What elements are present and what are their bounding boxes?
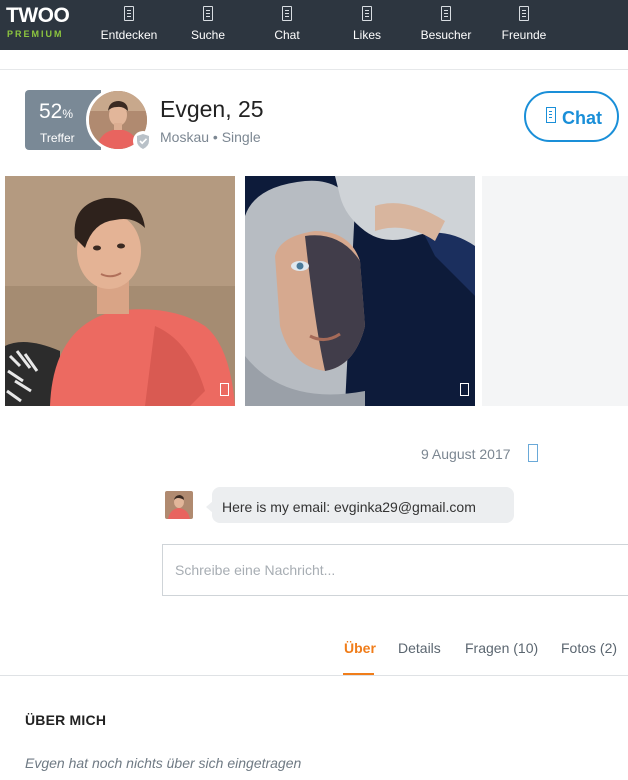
about-section-text: Evgen hat noch nichts über sich eingetra… <box>25 755 302 771</box>
calendar-icon <box>528 444 538 462</box>
nav-label: Chat <box>274 28 300 42</box>
message-date: 9 August 2017 <box>421 446 511 462</box>
nav-item-likes[interactable]: Likes <box>347 0 387 50</box>
search-icon <box>203 6 213 21</box>
chat-button-label: Chat <box>562 108 602 128</box>
nav-item-freunde[interactable]: Freunde <box>499 0 549 50</box>
message-input[interactable] <box>175 545 615 595</box>
logo-premium-label: PREMIUM <box>7 29 64 39</box>
nav-label: Freunde <box>501 28 547 42</box>
nav-item-suche[interactable]: Suche <box>185 0 231 50</box>
nav-item-chat[interactable]: Chat <box>268 0 306 50</box>
profile-name: Evgen, 25 <box>160 96 264 122</box>
match-label: Treffer <box>40 131 75 145</box>
visitors-icon <box>441 6 451 21</box>
match-percentage: 52% <box>39 100 73 126</box>
tab-details[interactable]: Details <box>398 640 441 656</box>
tab-fragen[interactable]: Fragen (10) <box>465 640 538 656</box>
twoo-logo[interactable]: TWOO PREMIUM <box>6 5 84 41</box>
tabs-divider <box>0 675 628 676</box>
tab-ueber[interactable]: Über <box>344 640 376 656</box>
top-navigation-bar: TWOO PREMIUM Entdecken Suche Chat Likes … <box>0 0 628 50</box>
profile-card-border <box>0 69 628 70</box>
nav-label: Besucher <box>420 28 472 42</box>
profile-location-status: Moskau • Single <box>160 129 261 145</box>
photo-placeholder <box>482 176 628 406</box>
chat-icon <box>546 107 556 123</box>
match-unit: % <box>62 107 74 121</box>
verified-shield-icon <box>133 131 153 151</box>
message-sender-avatar[interactable] <box>165 491 193 519</box>
sender-avatar-photo <box>165 491 193 519</box>
nav-label: Entdecken <box>100 28 158 42</box>
about-section-title: ÜBER MICH <box>25 712 107 728</box>
nav-label: Likes <box>352 28 381 42</box>
discover-icon <box>124 6 134 21</box>
message-text: Here is my email: evginka29@gmail.com <box>222 499 476 515</box>
profile-photo-1[interactable] <box>5 176 235 406</box>
photo-2-image <box>245 176 475 406</box>
profile-photo-2[interactable] <box>245 176 475 406</box>
likes-icon <box>362 6 372 21</box>
nav-item-entdecken[interactable]: Entdecken <box>98 0 160 50</box>
chat-icon <box>282 6 292 21</box>
logo-wordmark: TWOO <box>6 4 70 27</box>
message-input-field[interactable] <box>162 544 628 596</box>
photo-1-image <box>5 176 235 406</box>
nav-label: Suche <box>190 28 226 42</box>
match-value: 52 <box>39 100 63 123</box>
chat-button[interactable]: Chat <box>524 91 619 142</box>
photo-expand-icon <box>220 383 229 396</box>
tab-fotos[interactable]: Fotos (2) <box>561 640 617 656</box>
nav-item-besucher[interactable]: Besucher <box>417 0 475 50</box>
photo-expand-icon <box>460 383 469 396</box>
friends-icon <box>519 6 529 21</box>
